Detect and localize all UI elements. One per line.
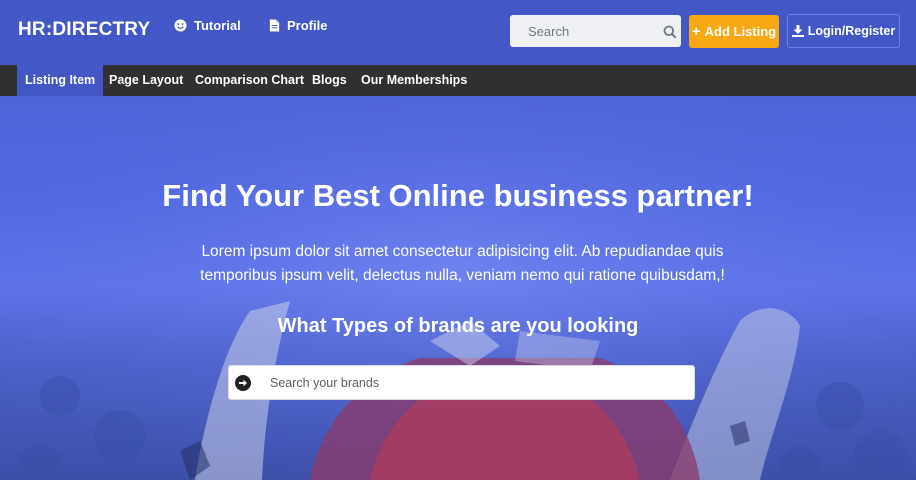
header-search-input[interactable] [510,15,650,47]
hero-background-image [0,96,916,480]
profile-label: Profile [287,18,328,33]
hero-section: Find Your Best Online business partner! … [0,96,916,480]
top-header: HR:DIRECTRY Tutorial Profile + Add Listi… [0,0,916,65]
brand-search-input[interactable] [270,366,680,399]
nav-item-page-layout[interactable]: Page Layout [109,65,183,96]
hero-subtitle: What Types of brands are you looking [277,315,639,337]
smiley-icon [174,19,187,32]
nav-link-tutorial[interactable]: Tutorial [174,18,241,33]
brand-search-bar [228,365,695,400]
nav-link-profile[interactable]: Profile [269,18,327,33]
search-icon[interactable] [663,25,677,39]
nav-item-listing-item[interactable]: Listing Item [17,65,104,96]
site-logo[interactable]: HR:DIRECTRY [18,19,150,41]
tutorial-label: Tutorial [194,18,241,33]
document-icon [269,19,280,32]
nav-item-blogs[interactable]: Blogs [312,65,347,96]
login-register-button[interactable]: Login/Register [787,14,900,48]
nav-item-our-memberships[interactable]: Our Memberships [361,65,467,96]
arrow-right-circle-icon[interactable] [235,375,251,391]
main-nav: Listing Item Page Layout Comparison Char… [0,65,916,96]
add-listing-button[interactable]: + Add Listing [689,15,779,48]
hero-title: Find Your Best Online business partner! [162,178,754,213]
download-icon [791,25,804,37]
login-register-label: Login/Register [807,24,896,38]
plus-icon: + [691,23,701,40]
header-search [510,15,681,47]
nav-item-comparison-chart[interactable]: Comparison Chart [195,65,304,96]
hero-description: Lorem ipsum dolor sit amet consectetur a… [200,243,725,284]
add-listing-label: Add Listing [704,24,777,39]
